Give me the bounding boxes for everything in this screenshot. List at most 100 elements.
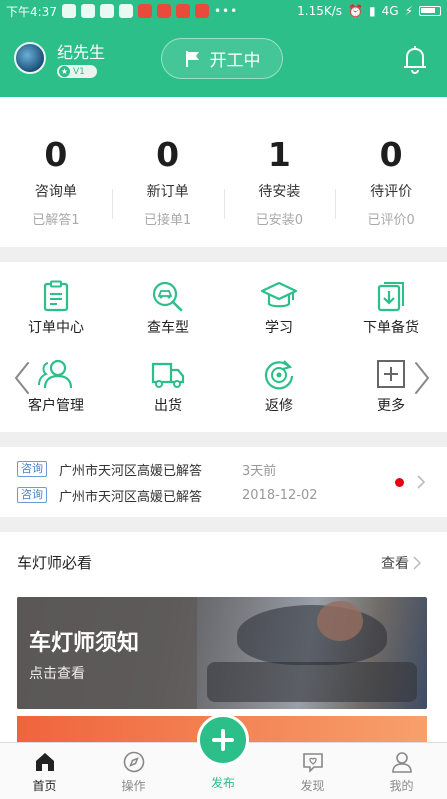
- stat-label: 新订单: [146, 184, 189, 200]
- discover-heart-icon: [302, 753, 323, 773]
- view-more-link[interactable]: 查看: [381, 553, 421, 573]
- stat-count: 1: [267, 135, 291, 174]
- notice-tag: 咨询: [17, 487, 47, 503]
- stat-pending-review[interactable]: 0 待评价 已评价0: [335, 97, 447, 247]
- stat-label: 咨询单: [34, 184, 77, 200]
- alarm-icon: ⏰: [348, 4, 364, 18]
- signal-bars-icon: ▮: [369, 4, 376, 18]
- banner-photo-head: [317, 601, 363, 641]
- stat-sub: 已接单1: [143, 213, 192, 228]
- tab-label: 我的: [389, 779, 414, 793]
- menu-label: 下单备货: [363, 320, 419, 336]
- menu-repair[interactable]: 返修: [223, 358, 335, 415]
- notice-item[interactable]: 咨询 广州市天河区高媛已解答 2018-12-02: [17, 486, 318, 505]
- menu-shipping[interactable]: 出货: [112, 358, 224, 415]
- header: 纪先生 ★ V1 开工中: [0, 22, 447, 97]
- stat-count: 0: [379, 135, 403, 174]
- user-icon: [391, 752, 412, 773]
- menu-label: 查车型: [147, 320, 189, 336]
- menu-order-stock[interactable]: 下单备货: [335, 280, 447, 337]
- more-notifications: •••: [213, 4, 239, 18]
- status-bar: 下午4:37 ••• 1.15K/s ⏰ ▮ 4G ⚡: [0, 0, 447, 22]
- tab-home[interactable]: 首页: [0, 743, 89, 794]
- banner-title: 车灯师须知: [29, 631, 140, 656]
- menu-label: 订单中心: [28, 320, 84, 336]
- stat-pending-install[interactable]: 1 待安装 已安装0: [223, 97, 336, 247]
- tab-operate[interactable]: 操作: [89, 743, 178, 794]
- stat-sub: 已安装0: [255, 213, 304, 228]
- notification-app-icon: [99, 4, 114, 18]
- star-icon: ★: [59, 66, 70, 77]
- username[interactable]: 纪先生: [57, 39, 105, 63]
- menu-label: 客户管理: [28, 398, 84, 414]
- banner-photo-mechanic: [237, 605, 387, 665]
- view-more-label: 查看: [381, 556, 409, 572]
- notice-time: 2018-12-02: [242, 487, 318, 503]
- function-menu: 订单中心 查车型 学习 下单备货 客户管理 出货 返修 更多: [0, 262, 447, 432]
- order-stats: 0 咨询单 已解答1 0 新订单 已接单1 1 待安装 已安装0 0 待评价 已…: [0, 97, 447, 247]
- level-text: V1: [73, 66, 85, 77]
- section-title: 车灯师必看: [17, 554, 93, 572]
- tab-label: 操作: [121, 779, 146, 793]
- menu-prev-arrow-icon[interactable]: [12, 360, 32, 396]
- avatar[interactable]: [14, 42, 46, 74]
- flag-icon: [185, 50, 199, 67]
- status-time: 下午4:37: [6, 4, 57, 19]
- stat-sub: 已解答1: [32, 213, 80, 228]
- publish-button[interactable]: [197, 714, 249, 766]
- bell-icon[interactable]: [398, 42, 432, 76]
- menu-study[interactable]: 学习: [223, 280, 335, 337]
- notification-app-icon: [156, 4, 171, 18]
- menu-check-car[interactable]: 查车型: [112, 280, 224, 337]
- notification-app-icon: [175, 4, 190, 18]
- level-badge: ★ V1: [57, 65, 97, 78]
- battery-icon: [419, 6, 441, 16]
- stat-sub: 已评价0: [367, 213, 415, 228]
- car-search-icon: [152, 281, 183, 312]
- plus-square-icon: [377, 360, 405, 388]
- work-status-button[interactable]: 开工中: [161, 38, 283, 79]
- compass-icon: [123, 751, 144, 773]
- network-speed: 1.15K/s: [297, 4, 343, 18]
- charging-icon: ⚡: [404, 4, 413, 18]
- banner-card[interactable]: 车灯师须知 点击查看: [17, 597, 427, 709]
- notice-list[interactable]: 咨询 广州市天河区高媛已解答 3天前 咨询 广州市天河区高媛已解答 2018-1…: [0, 447, 447, 517]
- notification-app-icon: [61, 4, 76, 18]
- menu-next-arrow-icon[interactable]: [412, 360, 432, 396]
- clipboard-icon: [43, 280, 69, 312]
- stat-new-order[interactable]: 0 新订单 已接单1: [111, 97, 224, 247]
- stat-consult[interactable]: 0 咨询单 已解答1: [0, 97, 112, 247]
- plus-icon: [212, 729, 234, 751]
- notification-app-icon: [137, 4, 152, 18]
- tab-discover[interactable]: 发现: [268, 743, 357, 794]
- notice-text: 广州市天河区高媛已解答: [59, 489, 203, 505]
- notice-item[interactable]: 咨询 广州市天河区高媛已解答 3天前: [17, 460, 277, 479]
- menu-label: 出货: [154, 398, 182, 414]
- tab-label: 首页: [32, 779, 57, 793]
- stat-label: 待安装: [258, 184, 301, 200]
- menu-order-center[interactable]: 订单中心: [0, 280, 112, 337]
- publish-label: 发布: [210, 776, 235, 790]
- stat-count: 0: [156, 135, 180, 174]
- graduation-cap-icon: [260, 281, 298, 308]
- notification-app-icon: [194, 4, 209, 18]
- home-icon: [35, 753, 54, 771]
- banner-subtitle: 点击查看: [29, 666, 85, 682]
- chevron-right-icon: [417, 475, 426, 489]
- tab-mine[interactable]: 我的: [357, 743, 446, 794]
- notice-tag: 咨询: [17, 461, 47, 477]
- menu-label: 更多: [377, 398, 405, 414]
- download-box-icon: [377, 282, 404, 312]
- notice-time: 3天前: [242, 463, 277, 479]
- notification-app-icon: [80, 4, 95, 18]
- unread-dot: [395, 478, 404, 487]
- repair-cycle-icon: [264, 360, 294, 390]
- tab-label: 发现: [300, 779, 325, 793]
- stat-count: 0: [44, 135, 68, 174]
- menu-label: 学习: [265, 320, 293, 336]
- banner-photo-engine: [207, 662, 417, 702]
- customers-icon: [38, 359, 73, 389]
- stat-label: 待评价: [370, 184, 413, 200]
- notification-app-icon: [118, 4, 133, 18]
- notice-text: 广州市天河区高媛已解答: [59, 463, 203, 479]
